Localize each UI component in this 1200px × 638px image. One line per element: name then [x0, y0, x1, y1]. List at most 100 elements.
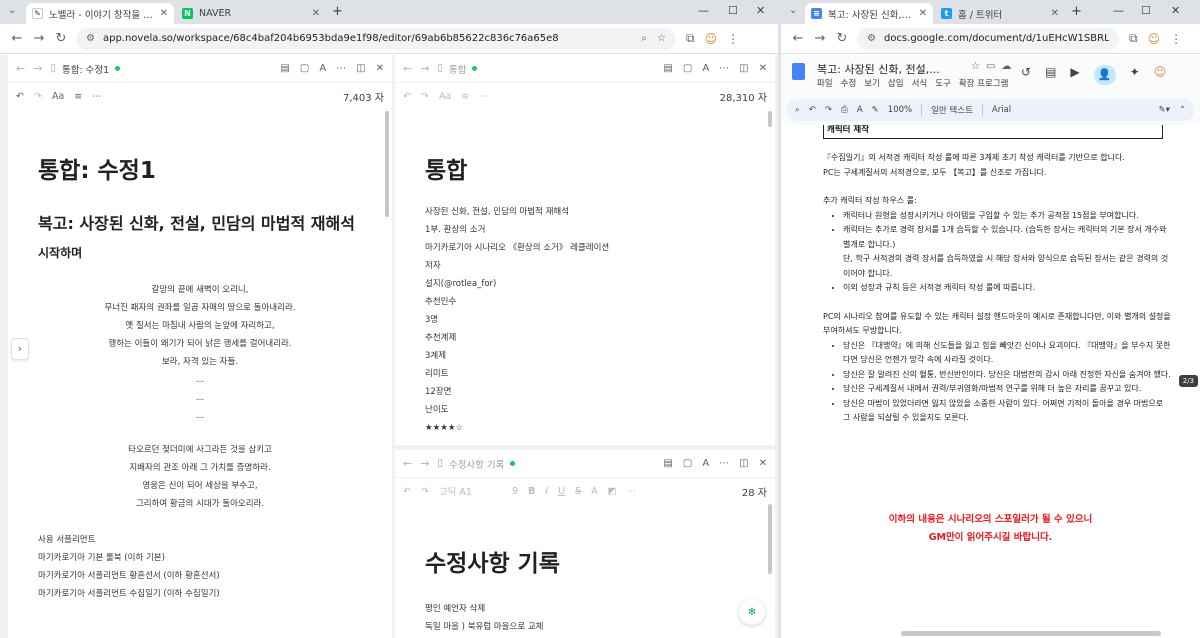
account-avatar-icon[interactable]: ☺: [1154, 65, 1167, 85]
pane-scrollbar[interactable]: [385, 111, 389, 217]
font-style-icon[interactable]: A: [702, 458, 709, 469]
menu-edit[interactable]: 수정: [841, 77, 857, 89]
site-info-icon[interactable]: ⚙: [867, 33, 876, 44]
move-folder-icon[interactable]: ▭: [986, 61, 995, 72]
tab-naver[interactable]: N NAVER ✕: [176, 3, 326, 24]
spellcheck-icon[interactable]: A: [857, 105, 863, 115]
print-icon[interactable]: ⎙: [841, 105, 848, 115]
close-pane-icon[interactable]: ✕: [759, 458, 767, 469]
layout-icon[interactable]: ▤: [663, 63, 672, 74]
redo-icon[interactable]: ↷: [421, 486, 429, 497]
close-tab-icon[interactable]: ✕: [160, 8, 168, 19]
split-view-icon[interactable]: ◫: [739, 458, 748, 469]
layout-icon[interactable]: ▤: [280, 63, 289, 74]
more-icon[interactable]: ⋯: [336, 63, 346, 74]
profile-avatar-icon[interactable]: ☺: [1148, 32, 1161, 46]
editor-body[interactable]: 수정사항 기록 평인 예언자 삭제 독일 마을 ) 북유럽 마을으로 교체: [395, 504, 775, 638]
pane-forward-icon[interactable]: →: [420, 62, 429, 75]
editing-mode-icon[interactable]: ✎▾: [1158, 105, 1169, 115]
tab-search-icon[interactable]: ⌄: [8, 5, 16, 16]
extensions-icon[interactable]: ⧉: [686, 31, 695, 46]
close-tab-icon[interactable]: ✕: [1051, 8, 1059, 19]
forward-icon[interactable]: →: [809, 31, 831, 46]
editor-body[interactable]: 통합 사장된 신화, 전설, 민담의 마법적 재해석 1부. 환상의 소거 마기…: [395, 111, 775, 445]
note-icon[interactable]: ▢: [683, 458, 692, 469]
extensions-icon[interactable]: ⧉: [1129, 31, 1138, 46]
cloud-status-icon[interactable]: ☁: [1001, 61, 1011, 72]
undo-icon[interactable]: ↶: [403, 486, 411, 497]
menu-extensions[interactable]: 확장 프로그램: [959, 77, 1009, 89]
undo-icon[interactable]: ↶: [809, 105, 816, 115]
new-tab-icon[interactable]: +: [1071, 4, 1082, 19]
align-icon[interactable]: ≡: [74, 91, 82, 102]
font-style-icon[interactable]: A: [702, 63, 709, 74]
doc-title-field[interactable]: 복고: 사장된 신화, 전설,...: [817, 61, 940, 77]
profile-avatar-icon[interactable]: ☺: [705, 32, 718, 46]
layout-icon[interactable]: ▤: [663, 458, 672, 469]
note-icon[interactable]: ▢: [300, 63, 309, 74]
new-tab-icon[interactable]: +: [332, 4, 343, 19]
more-icon[interactable]: ⋯: [719, 458, 729, 469]
font-family-select[interactable]: Arial: [992, 105, 1011, 115]
doc-page[interactable]: 캐릭터 제작 『수집일기』의 서적경 캐릭터 작성 룰에 따른 3계제 초기 작…: [781, 125, 1200, 638]
reload-icon[interactable]: ↻: [831, 31, 853, 46]
align-icon[interactable]: ≡: [461, 91, 469, 102]
close-tab-icon[interactable]: ✕: [312, 8, 320, 19]
font-menu[interactable]: Aa: [52, 91, 64, 102]
pane-scrollbar[interactable]: [768, 504, 772, 574]
redo-icon[interactable]: ↷: [34, 91, 42, 102]
undo-icon[interactable]: ↶: [403, 91, 411, 102]
redo-icon[interactable]: ↷: [825, 105, 832, 115]
close-window-icon[interactable]: ✕: [756, 4, 765, 17]
font-select[interactable]: 고딕 A1: [439, 484, 472, 498]
zoom-icon[interactable]: ⌕: [641, 33, 647, 44]
minimize-icon[interactable]: —: [698, 4, 709, 17]
tab-google-docs[interactable]: ≡ 복고: 사장된 신화, 전설, 민담 ✕: [805, 3, 933, 24]
meet-icon[interactable]: ▶: [1070, 65, 1079, 85]
version-history-icon[interactable]: ↺: [1021, 65, 1031, 85]
search-menus-icon[interactable]: ⌕: [795, 105, 800, 115]
url-field[interactable]: ⚙ docs.google.com/document/d/1uEHcW1SBRL…: [857, 27, 1119, 50]
horizontal-scrollbar[interactable]: [901, 631, 1161, 636]
tab-novela[interactable]: ✎ 노벨라 - 이야기 창작을 위한 공간 ✕: [26, 3, 174, 24]
editor-body[interactable]: 통합: 수정1 복고: 사장된 신화, 전설, 민담의 마법적 재해석 시작하며…: [8, 111, 392, 638]
font-size-select[interactable]: 9: [512, 486, 518, 497]
menu-format[interactable]: 서식: [912, 77, 928, 89]
more-options-icon[interactable]: ⋯: [479, 91, 489, 102]
tab-search-icon[interactable]: ⌄: [789, 5, 797, 16]
maximize-icon[interactable]: ☐: [1141, 4, 1151, 17]
redo-icon[interactable]: ↷: [421, 91, 429, 102]
zoom-select[interactable]: 100%: [888, 105, 912, 115]
pane-forward-icon[interactable]: →: [420, 457, 429, 470]
minimize-icon[interactable]: —: [1113, 4, 1124, 17]
bold-icon[interactable]: B: [528, 486, 535, 497]
gemini-icon[interactable]: ✦: [1130, 65, 1140, 85]
star-icon[interactable]: ☆: [971, 61, 980, 72]
more-options-icon[interactable]: ⋯: [92, 91, 102, 102]
close-pane-icon[interactable]: ✕: [376, 63, 384, 74]
back-icon[interactable]: ←: [787, 31, 809, 46]
reload-icon[interactable]: ↻: [50, 31, 72, 46]
bookmark-star-icon[interactable]: ☆: [657, 33, 666, 44]
url-field[interactable]: ⚙ app.novela.so/workspace/68c4baf204b695…: [76, 27, 676, 50]
pane-scrollbar[interactable]: [768, 111, 772, 127]
assistant-fab-icon[interactable]: ✻: [739, 599, 765, 625]
collapse-menu-icon[interactable]: ⌃: [1179, 105, 1186, 115]
split-view-icon[interactable]: ◫: [739, 63, 748, 74]
underline-icon[interactable]: U: [558, 486, 565, 497]
text-color-icon[interactable]: A: [591, 486, 598, 497]
expand-sidebar-button[interactable]: ›: [11, 338, 29, 360]
paragraph-style-select[interactable]: 일반 텍스트: [931, 104, 973, 116]
forward-icon[interactable]: →: [28, 31, 50, 46]
more-icon[interactable]: ⋯: [719, 63, 729, 74]
docs-logo-icon[interactable]: [792, 63, 805, 80]
menu-kebab-icon[interactable]: ⋮: [727, 32, 739, 46]
note-icon[interactable]: ▢: [683, 63, 692, 74]
pane-back-icon[interactable]: ←: [16, 62, 25, 75]
font-menu[interactable]: Aa: [439, 91, 451, 102]
split-view-icon[interactable]: ◫: [356, 63, 365, 74]
close-pane-icon[interactable]: ✕: [759, 63, 767, 74]
tab-twitter[interactable]: t 홈 / 트위터 ✕: [935, 3, 1065, 24]
comments-icon[interactable]: ▤: [1045, 65, 1056, 85]
menu-insert[interactable]: 삽입: [888, 77, 904, 89]
